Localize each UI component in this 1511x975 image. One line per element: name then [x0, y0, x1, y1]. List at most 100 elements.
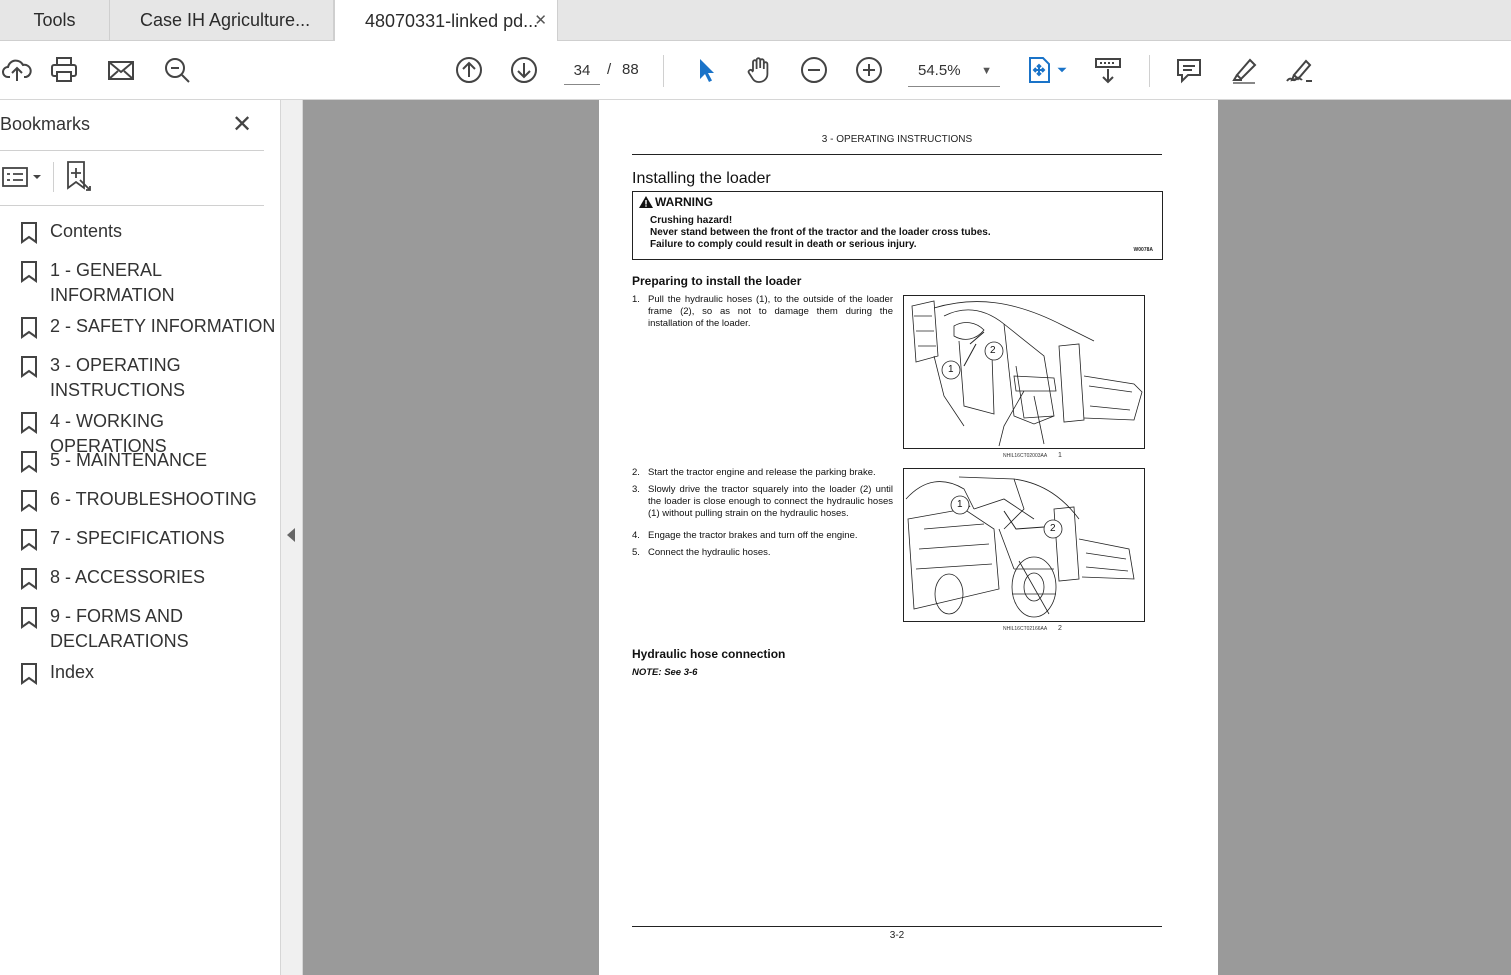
bookmarks-panel: Bookmarks ✕ Contents 1 - GENERAL INFORMA…	[0, 100, 281, 975]
chevron-down-icon[interactable]: ▼	[981, 59, 992, 83]
warning-line: Failure to comply could result in death …	[650, 239, 917, 250]
zoom-out-icon[interactable]	[797, 53, 831, 87]
bookmark-accessories[interactable]: 8 - ACCESSORIES	[20, 565, 280, 597]
scroll-mode-icon[interactable]	[1091, 53, 1125, 87]
bookmark-label: Contents	[50, 221, 123, 241]
bookmark-label: 6 - TROUBLESHOOTING	[50, 489, 257, 509]
step-text: Engage the tractor brakes and turn off t…	[648, 530, 858, 541]
bookmark-maintenance[interactable]: 5 - MAINTENANCE	[20, 448, 280, 480]
bookmarks-title: Bookmarks	[0, 114, 91, 134]
page-down-icon[interactable]	[507, 53, 541, 87]
figure-number: 2	[1058, 625, 1062, 632]
toolbar-divider	[1149, 55, 1150, 87]
select-cursor-icon[interactable]	[688, 53, 722, 87]
warning-heading-text: WARNING	[655, 195, 713, 209]
bookmark-icon	[20, 487, 50, 519]
search-zoom-icon[interactable]	[160, 53, 194, 87]
tab-tools[interactable]: Tools	[0, 0, 110, 41]
figure-number: 1	[1058, 452, 1062, 459]
panel-tool-divider	[53, 162, 54, 192]
tab-case-ih-label: Case IH Agriculture...	[140, 10, 311, 30]
zoom-select[interactable]: 54.5% ▼	[908, 59, 1000, 87]
step-number: 1.	[632, 294, 640, 305]
step-text: Pull the hydraulic hoses (1), to the out…	[648, 294, 893, 329]
figure-callout: 1	[948, 364, 954, 375]
highlight-pen-icon[interactable]	[1227, 53, 1261, 87]
bookmark-label: 3 - OPERATING INSTRUCTIONS	[50, 355, 185, 400]
fit-page-icon[interactable]	[1022, 53, 1056, 87]
bookmark-operating-instructions[interactable]: 3 - OPERATING INSTRUCTIONS	[20, 353, 210, 403]
tab-tools-label: Tools	[33, 10, 76, 30]
close-panel-icon[interactable]: ✕	[232, 110, 252, 139]
loader-frame-illustration	[911, 300, 1143, 447]
step-text: Start the tractor engine and release the…	[648, 467, 876, 478]
mail-icon[interactable]	[104, 53, 138, 87]
bookmark-label: 7 - SPECIFICATIONS	[50, 528, 225, 548]
bookmark-contents[interactable]: Contents	[20, 219, 280, 251]
footer-rule	[632, 926, 1162, 927]
tab-case-ih[interactable]: Case IH Agriculture...	[110, 0, 334, 41]
close-tab-icon[interactable]: ✕	[534, 11, 547, 29]
hand-pan-icon[interactable]	[742, 53, 776, 87]
warning-box: WARNING Crushing hazard! Never stand bet…	[632, 191, 1163, 260]
bookmark-icon	[20, 219, 50, 251]
subheading-hydraulic: Hydraulic hose connection	[632, 647, 786, 661]
bookmark-icon	[20, 314, 50, 346]
bookmark-troubleshooting[interactable]: 6 - TROUBLESHOOTING	[20, 487, 280, 519]
step-text: Slowly drive the tractor squarely into t…	[648, 484, 893, 519]
section-title: Installing the loader	[632, 170, 771, 187]
header-rule	[632, 154, 1162, 155]
print-icon[interactable]	[47, 53, 81, 87]
bookmark-icon	[20, 660, 50, 692]
step-text: Connect the hydraulic hoses.	[648, 547, 771, 558]
step-number: 2.	[632, 467, 640, 478]
bookmark-index[interactable]: Index	[20, 660, 280, 692]
fit-page-dropdown-icon[interactable]	[1054, 53, 1070, 87]
collapse-panel-icon[interactable]	[287, 528, 295, 542]
warning-heading: WARNING	[639, 195, 713, 209]
bookmark-icon	[20, 448, 50, 480]
warning-line: Never stand between the front of the tra…	[650, 227, 991, 238]
bookmark-specifications[interactable]: 7 - SPECIFICATIONS	[20, 526, 280, 558]
total-pages: 88	[622, 61, 639, 78]
bookmark-options-icon[interactable]	[2, 166, 44, 193]
page-up-icon[interactable]	[452, 53, 486, 87]
tab-active-document-label: 48070331-linked pd...	[365, 10, 539, 31]
add-bookmark-icon[interactable]	[64, 160, 94, 197]
toolbar: 34 / 88 54.5% ▼	[0, 41, 1511, 100]
bookmark-icon	[20, 258, 50, 290]
bookmark-label: 2 - SAFETY INFORMATION	[50, 316, 276, 336]
panel-divider	[0, 150, 264, 151]
step-number: 3.	[632, 484, 640, 495]
zoom-in-icon[interactable]	[852, 53, 886, 87]
bookmark-label: 9 - FORMS AND DECLARATIONS	[50, 606, 189, 651]
bookmark-safety-information[interactable]: 2 - SAFETY INFORMATION	[20, 314, 280, 346]
bookmark-icon	[20, 409, 50, 441]
note-text: NOTE: See 3-6	[632, 667, 698, 678]
bookmark-general-information[interactable]: 1 - GENERAL INFORMATION	[20, 258, 210, 308]
comment-icon[interactable]	[1172, 53, 1206, 87]
figure-caption: NHIL16CT02166AA	[1003, 626, 1048, 632]
bookmark-icon	[20, 604, 50, 636]
bookmark-label: 8 - ACCESSORIES	[50, 567, 206, 587]
page-header: 3 - OPERATING INSTRUCTIONS	[821, 134, 973, 145]
tab-bar: Tools Case IH Agriculture... 48070331-li…	[0, 0, 1511, 42]
toolbar-divider	[663, 55, 664, 87]
bookmark-forms-declarations[interactable]: 9 - FORMS AND DECLARATIONS	[20, 604, 210, 654]
bookmark-icon	[20, 526, 50, 558]
pdf-page: 3 - OPERATING INSTRUCTIONS Installing th…	[599, 100, 1218, 975]
current-page-input[interactable]: 34	[564, 59, 600, 85]
figure-hoses-outside-frame: 2 1	[903, 295, 1145, 449]
figure-callout: 2	[990, 345, 996, 356]
figure-tractor-into-loader: 1 2	[903, 468, 1145, 622]
bookmark-label: Index	[50, 662, 95, 682]
sign-icon[interactable]	[1282, 53, 1316, 87]
subheading-preparing: Preparing to install the loader	[632, 274, 802, 288]
step-number: 4.	[632, 530, 640, 541]
step-number: 5.	[632, 547, 640, 558]
bookmark-icon	[20, 353, 50, 385]
page-footer: 3-2	[889, 930, 905, 941]
tab-active-document[interactable]: 48070331-linked pd... ✕	[334, 0, 558, 42]
bookmark-label: 1 - GENERAL INFORMATION	[50, 260, 175, 305]
upload-cloud-icon[interactable]	[0, 53, 34, 87]
